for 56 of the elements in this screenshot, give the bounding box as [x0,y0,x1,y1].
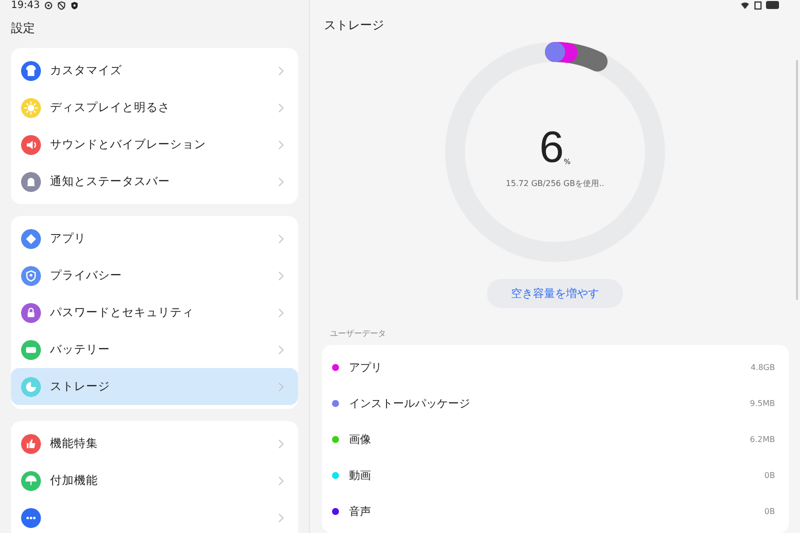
category-size: 0B [764,470,775,480]
chevron-right-icon [278,140,284,150]
category-name: 動画 [349,468,372,482]
usage-percent: 6 [539,126,564,170]
category-name: 画像 [349,432,372,446]
chevron-right-icon [278,438,284,448]
chevron-right-icon [278,344,284,354]
settings-item[interactable]: ディスプレイと明るさ [11,89,298,126]
chevron-right-icon [278,476,284,486]
settings-item[interactable]: 機能特集 [11,425,298,462]
settings-item[interactable]: カスタマイズ [11,52,298,89]
settings-item[interactable]: 付加機能 [11,462,298,499]
wifi-icon [740,0,750,10]
settings-item-label: パスワードとセキュリティ [50,305,195,320]
settings-item-label: アプリ [50,231,87,246]
shield-slash-icon [56,1,66,10]
settings-item-label: バッテリー [50,342,111,357]
settings-item[interactable]: 通知とステータスバー [11,163,298,200]
settings-item-label: ディスプレイと明るさ [50,100,171,115]
category-size: 0B [764,506,775,516]
settings-item[interactable]: サウンドとバイブレーション [11,126,298,163]
chevron-right-icon [278,270,284,280]
category-size: 6.2MB [750,434,775,444]
section-label: ユーザーデータ [329,328,387,340]
settings-item[interactable]: パスワードとセキュリティ [11,294,298,331]
gear-icon [44,1,53,10]
settings-item-label: プライバシー [50,268,123,283]
chevron-right-icon [278,176,284,186]
settings-item-label: カスタマイズ [50,63,123,78]
status-time: 19:43 [11,0,40,11]
battery-icon [766,1,780,9]
settings-item-label: 付加機能 [50,473,99,488]
category-name: アプリ [349,360,383,374]
category-size: 9.5MB [750,398,775,408]
free-up-space-button[interactable]: 空き容量を増やす [487,279,623,308]
sim-card-icon [754,0,762,10]
settings-item-label: 通知とステータスバー [50,174,171,189]
chevron-right-icon [278,234,284,244]
settings-item-label: サウンドとバイブレーション [50,137,207,152]
category-name: インストールパッケージ [349,396,471,410]
settings-item[interactable]: ストレージ [11,368,298,405]
chevron-right-icon [278,382,284,392]
usage-text: 15.72 GB/256 GBを使用.. [506,178,604,188]
chevron-right-icon [278,66,284,76]
settings-item-label: ストレージ [50,379,111,394]
settings-item[interactable]: アプリ [11,220,298,257]
category-size: 4.8GB [750,362,775,372]
settings-item[interactable]: プライバシー [11,257,298,294]
chevron-right-icon [278,512,284,522]
settings-item[interactable]: バッテリー [11,331,298,368]
settings-item-label: 機能特集 [50,436,99,451]
chevron-right-icon [278,308,284,318]
page-title: ストレージ [323,17,385,34]
category-name: 音声 [349,504,372,518]
settings-title: 設定 [10,20,36,37]
chevron-right-icon [278,102,284,112]
